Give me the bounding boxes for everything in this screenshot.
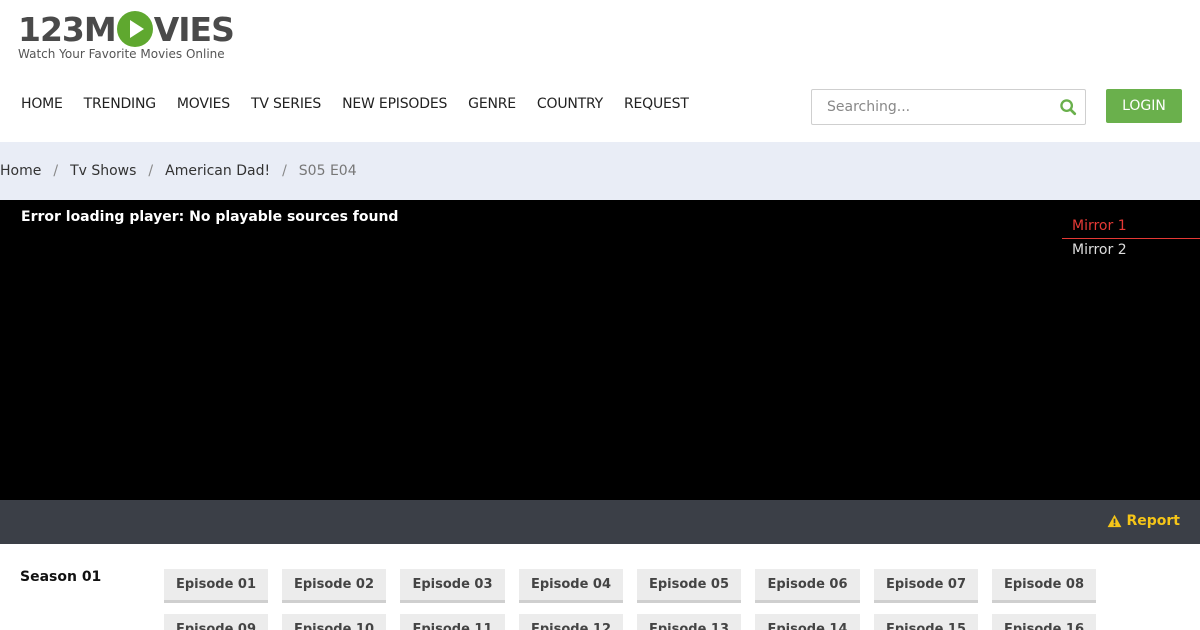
episode-button[interactable]: Episode 04: [519, 569, 623, 603]
episode-button[interactable]: Episode 11: [400, 614, 505, 630]
player-error-message: Error loading player: No playable source…: [21, 209, 399, 225]
episode-button[interactable]: Episode 10: [282, 614, 386, 630]
breadcrumb-show[interactable]: American Dad!: [165, 163, 270, 179]
episode-button[interactable]: Episode 15: [874, 614, 978, 630]
login-button[interactable]: LOGIN: [1106, 89, 1182, 123]
report-button[interactable]: Report: [1107, 513, 1180, 529]
nav-tv-series[interactable]: TV SERIES: [251, 96, 321, 112]
main-nav: HOME TRENDING MOVIES TV SERIES NEW EPISO…: [21, 96, 710, 112]
episode-button[interactable]: Episode 14: [755, 614, 860, 630]
logo-wordmark: 123M VIES: [18, 9, 235, 49]
play-icon: [116, 11, 153, 47]
breadcrumb-separator: /: [282, 163, 287, 179]
search-icon[interactable]: [1059, 98, 1077, 116]
site-logo[interactable]: 123M VIES Watch Your Favorite Movies Onli…: [18, 10, 235, 64]
episode-button[interactable]: Episode 02: [282, 569, 386, 603]
episode-button[interactable]: Episode 01: [164, 569, 268, 603]
search-box: [811, 89, 1086, 125]
breadcrumb: Home / Tv Shows / American Dad! / S05 E0…: [0, 142, 1200, 200]
search-input[interactable]: [812, 90, 1052, 124]
nav-movies[interactable]: MOVIES: [177, 96, 230, 112]
breadcrumb-separator: /: [53, 163, 59, 179]
episode-button[interactable]: Episode 06: [755, 569, 860, 603]
episode-button[interactable]: Episode 13: [637, 614, 741, 630]
warning-icon: [1108, 514, 1122, 528]
nav-request[interactable]: REQUEST: [624, 96, 689, 112]
breadcrumb-tv-shows[interactable]: Tv Shows: [70, 163, 136, 179]
mirror-list: Mirror 1 Mirror 2: [1062, 215, 1200, 262]
episode-button[interactable]: Episode 12: [519, 614, 623, 630]
player-toolbar: Report: [0, 500, 1200, 544]
video-player[interactable]: Error loading player: No playable source…: [0, 200, 1200, 500]
episode-button[interactable]: Episode 07: [874, 569, 978, 603]
logo-text-start: 123M: [18, 9, 117, 49]
breadcrumb-separator: /: [148, 163, 154, 179]
episode-button[interactable]: Episode 08: [992, 569, 1096, 603]
episode-button[interactable]: Episode 05: [637, 569, 741, 603]
nav-country[interactable]: COUNTRY: [537, 96, 603, 112]
nav-genre[interactable]: GENRE: [468, 96, 516, 112]
nav-trending[interactable]: TRENDING: [84, 96, 156, 112]
breadcrumb-home[interactable]: Home: [0, 163, 41, 179]
site-header: 123M VIES Watch Your Favorite Movies Onli…: [0, 0, 1200, 142]
episode-list: Episode 01 Episode 02 Episode 03 Episode…: [164, 569, 1124, 630]
nav-home[interactable]: HOME: [21, 96, 63, 112]
season-label: Season 01: [20, 569, 102, 585]
logo-text-end: VIES: [153, 9, 235, 49]
episode-button[interactable]: Episode 16: [992, 614, 1096, 630]
nav-new-episodes[interactable]: NEW EPISODES: [342, 96, 447, 112]
episode-button[interactable]: Episode 09: [164, 614, 268, 630]
mirror-2-tab[interactable]: Mirror 2: [1062, 239, 1200, 262]
mirror-1-tab[interactable]: Mirror 1: [1062, 215, 1200, 239]
report-label: Report: [1126, 513, 1180, 529]
logo-tagline: Watch Your Favorite Movies Online: [18, 47, 225, 61]
breadcrumb-current: S05 E04: [298, 163, 357, 179]
episode-button[interactable]: Episode 03: [400, 569, 505, 603]
